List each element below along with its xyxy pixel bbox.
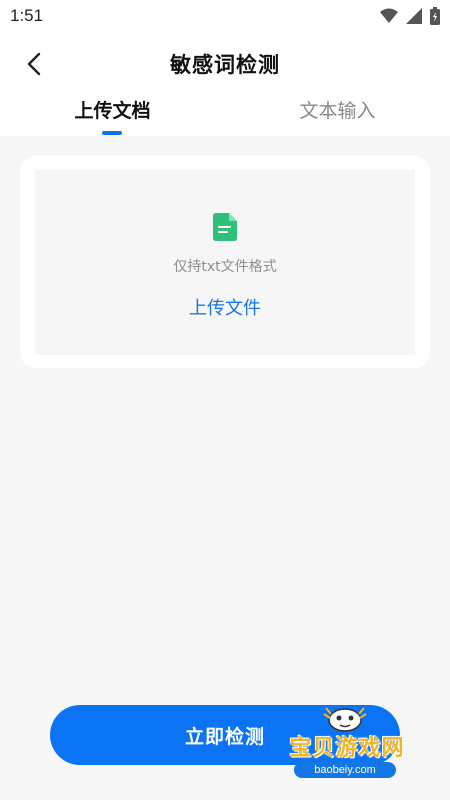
watermark-url: baobeiy.com xyxy=(294,762,396,778)
active-tab-indicator xyxy=(102,131,122,135)
watermark-logo: 宝贝游戏网 baobeiy.com xyxy=(272,700,422,795)
tab-text-input[interactable]: 文本输入 xyxy=(225,96,450,136)
header: 敏感词检测 xyxy=(0,34,450,96)
tab-upload-document[interactable]: 上传文档 xyxy=(0,96,225,136)
upload-card: 仅持txt文件格式 上传文件 xyxy=(20,156,430,368)
signal-icon xyxy=(406,8,422,24)
page-title: 敏感词检测 xyxy=(170,53,280,77)
status-time: 1:51 xyxy=(10,6,44,25)
wifi-icon xyxy=(380,8,398,23)
upload-dropzone[interactable]: 仅持txt文件格式 上传文件 xyxy=(35,170,415,355)
upload-file-link[interactable]: 上传文件 xyxy=(35,294,415,320)
tab-bar: 上传文档 文本输入 xyxy=(0,96,450,136)
status-icons xyxy=(380,6,440,26)
battery-icon xyxy=(430,7,440,25)
watermark-brand: 宝贝游戏网 xyxy=(289,736,405,761)
file-format-hint: 仅持txt文件格式 xyxy=(173,259,277,275)
document-icon xyxy=(213,213,237,241)
status-bar: 1:51 xyxy=(0,0,450,34)
